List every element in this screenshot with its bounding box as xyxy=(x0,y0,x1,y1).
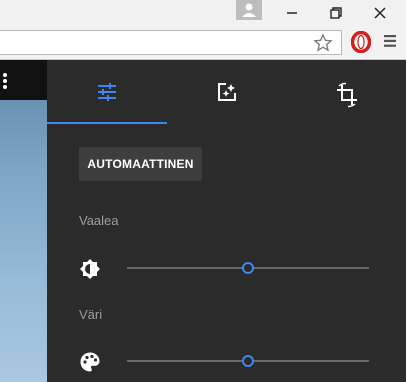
address-bar[interactable] xyxy=(0,30,342,55)
brightness-icon xyxy=(80,259,100,279)
hamburger-menu-icon[interactable] xyxy=(383,34,397,48)
star-icon[interactable] xyxy=(313,33,333,53)
browser-toolbar xyxy=(0,26,406,60)
auto-enhance-button[interactable]: AUTOMAATTINEN xyxy=(79,147,202,181)
photo-filter-icon xyxy=(218,83,236,101)
restore-button[interactable] xyxy=(314,0,358,26)
active-tab-indicator xyxy=(47,122,167,124)
person-icon xyxy=(242,3,256,17)
profile-button[interactable] xyxy=(236,0,262,20)
light-section-label: Vaalea xyxy=(79,213,119,228)
photo-topbar xyxy=(0,60,47,100)
editor-panel: AUTOMAATTINEN Vaalea Väri xyxy=(47,60,406,382)
tab-filters[interactable] xyxy=(167,60,287,124)
more-vertical-icon[interactable] xyxy=(2,72,8,90)
color-section-label: Väri xyxy=(79,307,103,322)
opera-icon[interactable] xyxy=(351,31,371,53)
close-window-button[interactable] xyxy=(358,0,402,26)
restore-icon xyxy=(330,7,342,19)
close-icon xyxy=(374,7,386,19)
light-slider[interactable] xyxy=(127,262,369,274)
photo-preview xyxy=(0,60,47,382)
tab-crop[interactable] xyxy=(287,60,406,124)
color-slider-thumb[interactable] xyxy=(242,355,254,367)
color-slider[interactable] xyxy=(127,355,369,367)
tune-icon xyxy=(98,83,116,101)
minimize-icon xyxy=(287,12,297,14)
minimize-button[interactable] xyxy=(270,0,314,26)
crop-rotate-icon xyxy=(337,82,357,108)
browser-titlebar xyxy=(0,0,406,26)
light-slider-thumb[interactable] xyxy=(242,262,254,274)
screen: AUTOMAATTINEN Vaalea Väri xyxy=(0,0,406,382)
tab-adjustments[interactable] xyxy=(47,60,167,124)
palette-icon xyxy=(80,352,100,372)
editor-tabbar xyxy=(47,60,406,124)
